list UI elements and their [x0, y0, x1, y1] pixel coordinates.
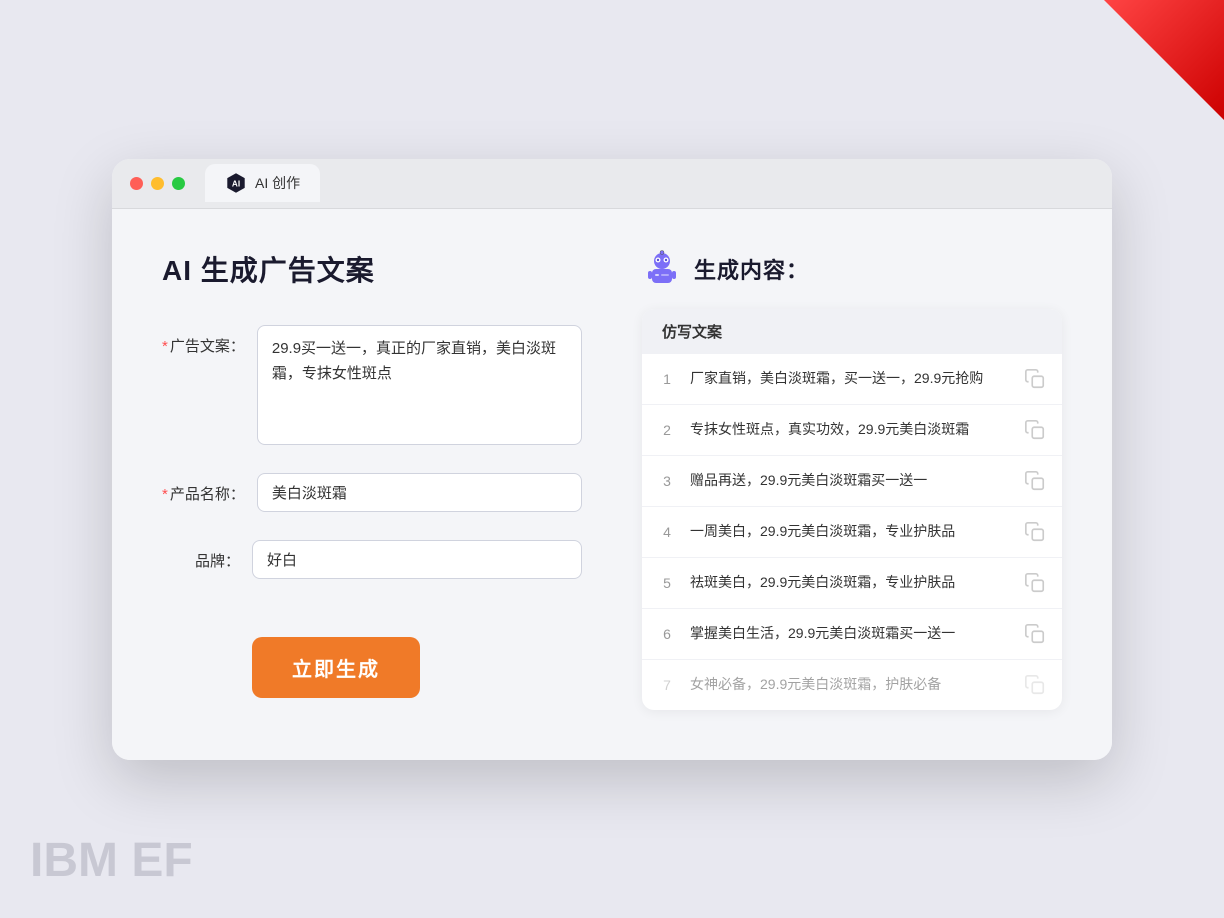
result-row: 6 掌握美白生活，29.9元美白淡斑霜买一送一	[642, 609, 1062, 660]
row-text: 厂家直销，美白淡斑霜，买一送一，29.9元抢购	[690, 368, 1010, 389]
ad-copy-label: *广告文案：	[162, 325, 257, 356]
browser-window: AI AI 创作 AI 生成广告文案 *广告文案： *产品	[112, 159, 1112, 760]
copy-icon[interactable]	[1024, 572, 1046, 594]
result-table: 仿写文案 1 厂家直销，美白淡斑霜，买一送一，29.9元抢购 2 专抹女性斑点，…	[642, 309, 1062, 710]
row-number: 2	[658, 422, 676, 438]
row-number: 1	[658, 371, 676, 387]
row-number: 7	[658, 677, 676, 693]
copy-icon[interactable]	[1024, 470, 1046, 492]
result-row: 5 祛斑美白，29.9元美白淡斑霜，专业护肤品	[642, 558, 1062, 609]
row-text: 祛斑美白，29.9元美白淡斑霜，专业护肤品	[690, 572, 1010, 593]
product-name-required: *	[162, 486, 168, 503]
result-table-header: 仿写文案	[642, 309, 1062, 354]
product-name-label: *产品名称：	[162, 473, 257, 504]
brand-row: 品牌：	[162, 540, 582, 579]
minimize-button[interactable]	[151, 177, 164, 190]
right-panel: 生成内容： 仿写文案 1 厂家直销，美白淡斑霜，买一送一，29.9元抢购 2 专…	[642, 249, 1062, 710]
result-header: 生成内容：	[642, 249, 1062, 289]
browser-content: AI 生成广告文案 *广告文案： *产品名称： 品	[112, 209, 1112, 760]
generate-button[interactable]: 立即生成	[252, 637, 420, 698]
result-row: 1 厂家直销，美白淡斑霜，买一送一，29.9元抢购	[642, 354, 1062, 405]
tab-label: AI 创作	[255, 173, 300, 193]
browser-titlebar: AI AI 创作	[112, 159, 1112, 209]
ad-copy-row: *广告文案：	[162, 325, 582, 445]
result-rows-container: 1 厂家直销，美白淡斑霜，买一送一，29.9元抢购 2 专抹女性斑点，真实功效，…	[642, 354, 1062, 710]
result-title: 生成内容：	[694, 253, 809, 285]
svg-text:AI: AI	[232, 180, 240, 189]
ai-tab[interactable]: AI AI 创作	[205, 164, 320, 202]
result-row: 7 女神必备，29.9元美白淡斑霜，护肤必备	[642, 660, 1062, 710]
ai-tab-icon: AI	[225, 172, 247, 194]
main-layout: AI 生成广告文案 *广告文案： *产品名称： 品	[162, 249, 1062, 710]
ad-copy-input[interactable]	[257, 325, 582, 445]
row-text: 专抹女性斑点，真实功效，29.9元美白淡斑霜	[690, 419, 1010, 440]
deco-top-right	[1104, 0, 1224, 120]
row-number: 5	[658, 575, 676, 591]
result-row: 2 专抹女性斑点，真实功效，29.9元美白淡斑霜	[642, 405, 1062, 456]
result-row: 4 一周美白，29.9元美白淡斑霜，专业护肤品	[642, 507, 1062, 558]
deco-bottom-left: IBM EF	[30, 833, 193, 888]
row-number: 3	[658, 473, 676, 489]
copy-icon[interactable]	[1024, 623, 1046, 645]
row-text: 一周美白，29.9元美白淡斑霜，专业护肤品	[690, 521, 1010, 542]
product-name-input[interactable]	[257, 473, 582, 512]
brand-input[interactable]	[252, 540, 582, 579]
robot-icon	[642, 249, 682, 289]
copy-icon[interactable]	[1024, 521, 1046, 543]
maximize-button[interactable]	[172, 177, 185, 190]
row-text: 赠品再送，29.9元美白淡斑霜买一送一	[690, 470, 1010, 491]
row-text: 掌握美白生活，29.9元美白淡斑霜买一送一	[690, 623, 1010, 644]
traffic-lights	[130, 177, 185, 190]
copy-icon[interactable]	[1024, 419, 1046, 441]
row-text: 女神必备，29.9元美白淡斑霜，护肤必备	[690, 674, 1010, 695]
product-name-row: *产品名称：	[162, 473, 582, 512]
left-panel: AI 生成广告文案 *广告文案： *产品名称： 品	[162, 249, 582, 698]
row-number: 6	[658, 626, 676, 642]
page-title: AI 生成广告文案	[162, 249, 582, 289]
copy-icon[interactable]	[1024, 674, 1046, 696]
brand-label: 品牌：	[162, 540, 252, 571]
row-number: 4	[658, 524, 676, 540]
result-row: 3 赠品再送，29.9元美白淡斑霜买一送一	[642, 456, 1062, 507]
ad-copy-required: *	[162, 338, 168, 355]
close-button[interactable]	[130, 177, 143, 190]
copy-icon[interactable]	[1024, 368, 1046, 390]
